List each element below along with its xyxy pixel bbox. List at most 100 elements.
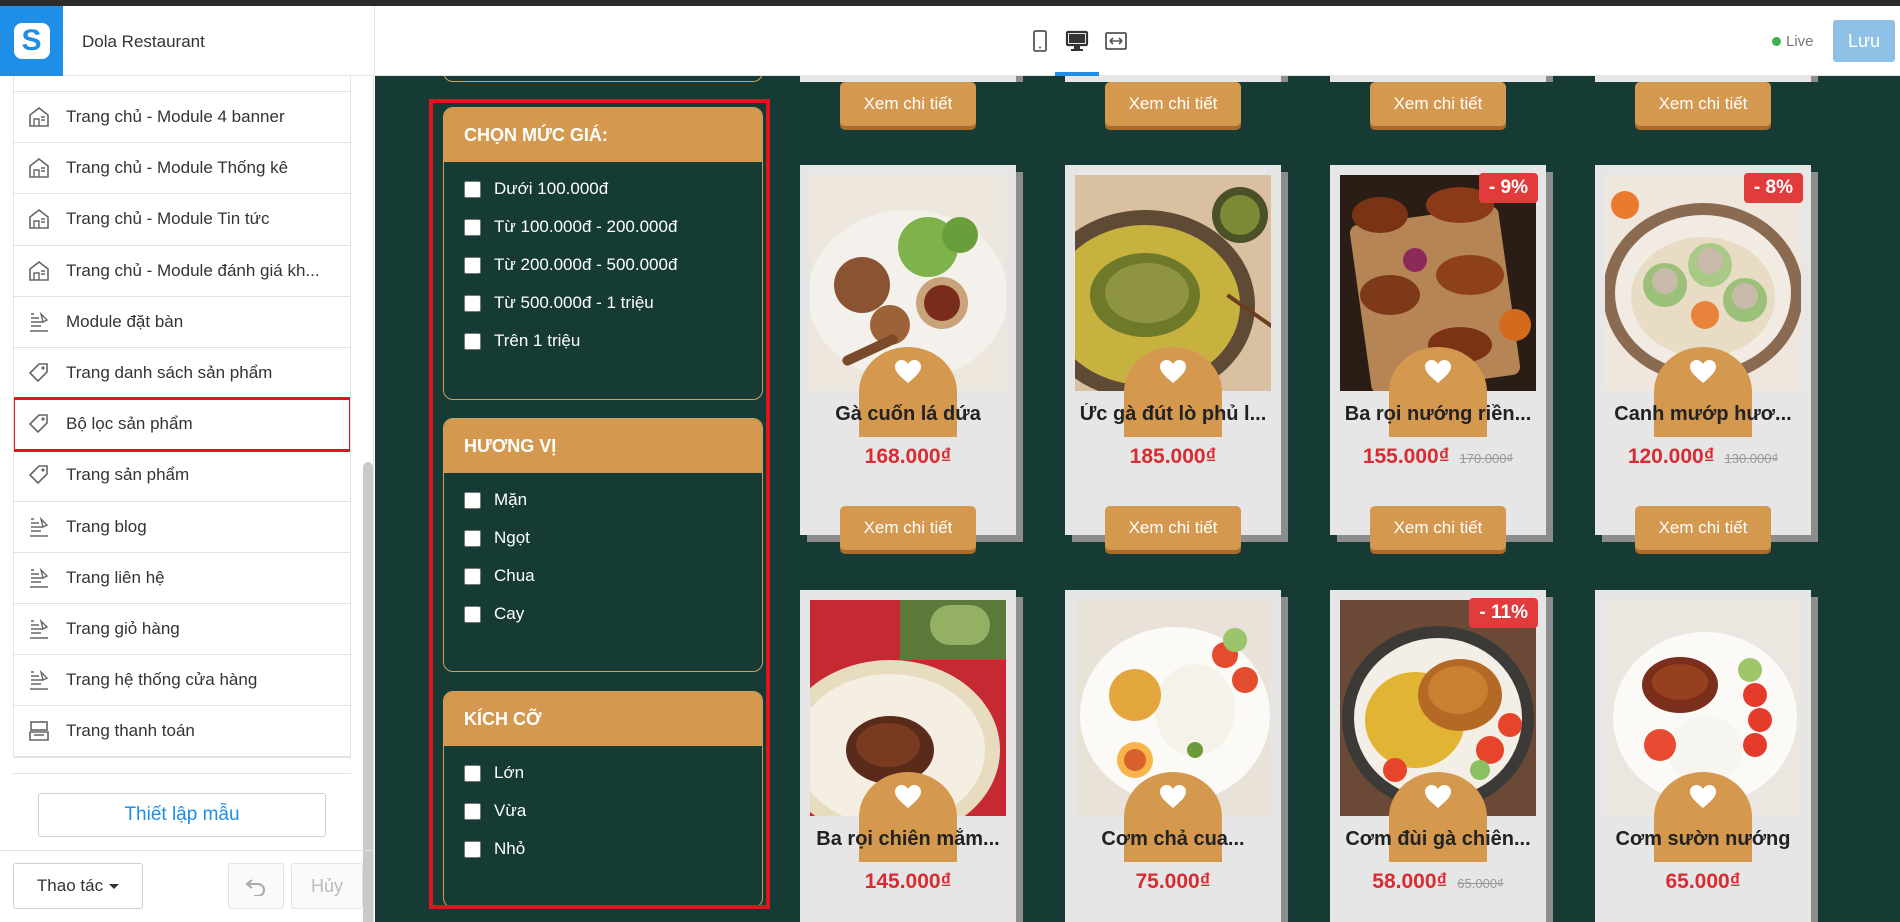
product-price: 168.000₫ — [864, 445, 952, 468]
product-name[interactable]: Cơm đùi gà chiên... — [1336, 828, 1540, 851]
sidebar-item-label: Trang blog — [66, 516, 147, 536]
view-detail-button[interactable]: Xem chi tiết — [1635, 506, 1771, 550]
view-detail-button[interactable]: Xem chi tiết — [1635, 82, 1771, 126]
heart-icon — [1425, 785, 1451, 808]
template-setup-button[interactable]: Thiết lập mẫu — [38, 793, 326, 837]
heart-icon — [895, 360, 921, 383]
sidebar-item-label: Trang chủ - Module Thống kê — [66, 158, 289, 178]
product-card[interactable]: Gà cuốn lá dứa 168.000₫ — [800, 165, 1016, 535]
sidebar-scrollbar[interactable] — [363, 462, 373, 922]
page-icon — [26, 616, 52, 642]
actions-dropdown[interactable]: Thao tác — [13, 863, 143, 909]
product-name[interactable]: Cơm sườn nướng — [1601, 828, 1805, 851]
desktop-view-button[interactable] — [1055, 28, 1099, 76]
product-card[interactable]: - 9% Ba rọi nướng riền... 155.000₫ 170.000₫ — [1330, 165, 1546, 535]
product-card[interactable]: Ba rọi chiên mắm... 145.000₫ — [800, 590, 1016, 922]
filter-box-previous — [443, 76, 763, 82]
site-name: Dola Restaurant — [82, 32, 205, 51]
fullwidth-icon — [1105, 32, 1127, 50]
product-name[interactable]: Cơm chả cua... — [1071, 828, 1275, 851]
sidebar: Trang chủ - Module 4 banner Trang chủ - M… — [0, 76, 374, 922]
view-detail-button[interactable]: Xem chi tiết — [1370, 82, 1506, 126]
sidebar-item-label: Trang giỏ hàng — [66, 618, 180, 638]
fullwidth-view-button[interactable] — [1102, 28, 1130, 54]
layout-icon — [26, 258, 52, 284]
product-old-price: 130.000₫ — [1724, 451, 1779, 466]
layout-icon — [26, 155, 52, 181]
sidebar-item-6[interactable]: Trang danh sách sản phẩm — [14, 348, 350, 400]
sidebar-item-2[interactable]: Trang chủ - Module Thống kê — [14, 143, 350, 195]
save-button[interactable]: Lưu — [1833, 20, 1895, 62]
price-row: 75.000₫ — [1065, 870, 1281, 894]
product-name[interactable]: Gà cuốn lá dứa — [806, 403, 1010, 426]
product-price: 145.000₫ — [864, 870, 952, 893]
view-detail-button[interactable]: Xem chi tiết — [840, 82, 976, 126]
heart-icon — [1160, 785, 1186, 808]
price-row: 155.000₫ 170.000₫ — [1330, 445, 1546, 469]
undo-button[interactable] — [228, 863, 284, 909]
sidebar-item-7[interactable]: Bộ lọc sản phẩm — [14, 397, 350, 453]
product-price: 120.000₫ — [1627, 445, 1715, 468]
view-detail-button[interactable]: Xem chi tiết — [1105, 82, 1241, 126]
product-card[interactable]: Ức gà đút lò phủ l... 185.000₫ — [1065, 165, 1281, 535]
product-price: 65.000₫ — [1665, 870, 1741, 893]
sidebar-item-1[interactable]: Trang chủ - Module 4 banner — [14, 92, 350, 144]
sidebar-item-previous[interactable] — [14, 76, 350, 92]
discount-badge: - 11% — [1469, 598, 1538, 628]
header-divider — [374, 6, 375, 76]
sidebar-item-label: Trang danh sách sản phẩm — [66, 363, 273, 383]
sidebar-footer-divider — [0, 850, 374, 851]
live-status: Live — [1772, 33, 1814, 50]
product-card[interactable]: Cơm chả cua... 75.000₫ — [1065, 590, 1281, 922]
price-row: 120.000₫ 130.000₫ — [1595, 445, 1811, 469]
tag-icon — [26, 360, 52, 386]
sidebar-divider — [13, 773, 351, 774]
product-card[interactable]: - 8% Canh mướp hươ... 120.000₫ 130.000₫ — [1595, 165, 1811, 535]
discount-badge: - 9% — [1478, 173, 1538, 203]
heart-icon — [1160, 360, 1186, 383]
sidebar-item-label: Trang sản phẩm — [66, 465, 190, 485]
product-name[interactable]: Ba rọi chiên mắm... — [806, 828, 1010, 851]
view-detail-button[interactable]: Xem chi tiết — [840, 506, 976, 550]
product-name[interactable]: Ba rọi nướng riền... — [1336, 403, 1540, 426]
caret-down-icon — [109, 883, 120, 889]
product-name[interactable]: Canh mướp hươ... — [1601, 403, 1805, 426]
sidebar-item-3[interactable]: Trang chủ - Module Tin tức — [14, 194, 350, 246]
sidebar-item-5[interactable]: Module đặt bàn — [14, 297, 350, 348]
sidebar-item-label: Trang liên hệ — [66, 567, 165, 587]
sidebar-item-4[interactable]: Trang chủ - Module đánh giá kh... — [14, 246, 350, 297]
sidebar-item-13[interactable]: Trang thanh toán — [14, 706, 350, 757]
sidebar-item-11[interactable]: Trang giỏ hàng — [14, 604, 350, 656]
live-dot-icon — [1772, 37, 1781, 46]
layout-icon — [26, 206, 52, 232]
view-detail-button[interactable]: Xem chi tiết — [1370, 506, 1506, 550]
mobile-icon — [1033, 30, 1047, 52]
tag-icon — [26, 411, 52, 437]
page-icon — [26, 309, 52, 335]
sidebar-item-8[interactable]: Trang sản phẩm — [14, 450, 350, 502]
product-card[interactable]: - 11% Cơm đùi gà chiên... 58.000₫ 65.000₫ — [1330, 590, 1546, 922]
cancel-button[interactable]: Hủy — [291, 863, 363, 909]
mobile-view-button[interactable] — [1026, 28, 1054, 54]
view-detail-button[interactable]: Xem chi tiết — [1105, 506, 1241, 550]
price-row: 168.000₫ — [800, 445, 1016, 469]
sidebar-item-10[interactable]: Trang liên hệ — [14, 553, 350, 604]
sidebar-item-label: Bộ lọc sản phẩm — [66, 414, 193, 434]
price-row: 185.000₫ — [1065, 445, 1281, 469]
sidebar-item-9[interactable]: Trang blog — [14, 502, 350, 553]
page-icon — [26, 565, 52, 591]
product-card[interactable]: Cơm sườn nướng 65.000₫ — [1595, 590, 1811, 922]
undo-icon — [245, 879, 265, 896]
tag-icon — [26, 462, 52, 488]
page-icon — [26, 667, 52, 693]
section-menu: Trang chủ - Module 4 banner Trang chủ - M… — [13, 76, 351, 758]
sidebar-item-label: Trang chủ - Module 4 banner — [66, 107, 285, 127]
product-name[interactable]: Ức gà đút lò phủ l... — [1071, 403, 1275, 426]
sidebar-item-label: Module đặt bàn — [66, 311, 184, 331]
heart-icon — [1425, 360, 1451, 383]
app-logo[interactable]: S — [0, 6, 63, 76]
site-preview: CHỌN MỨC GIÁ: Dưới 100.000đ Từ 100.000đ - … — [375, 76, 1900, 922]
product-price: 155.000₫ — [1362, 445, 1450, 468]
sidebar-item-12[interactable]: Trang hệ thống cửa hàng — [14, 655, 350, 707]
desktop-icon — [1065, 30, 1089, 51]
